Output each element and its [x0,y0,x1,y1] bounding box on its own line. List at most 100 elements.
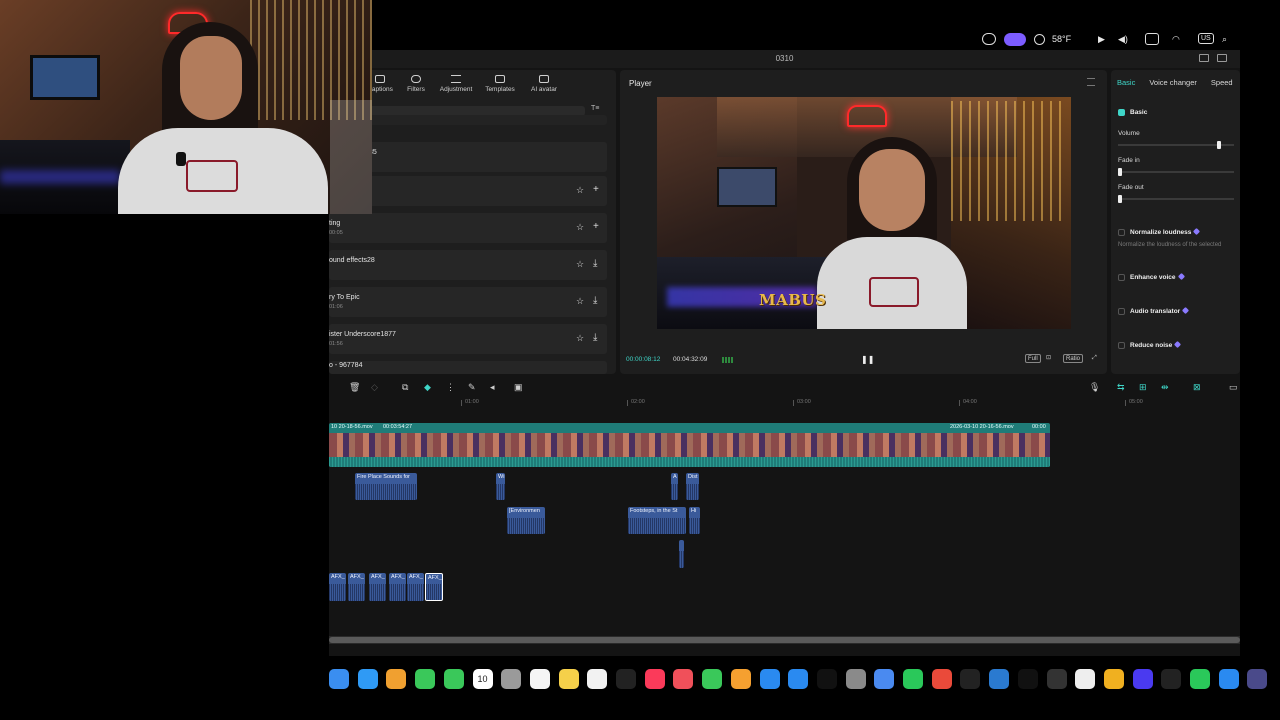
news-icon[interactable] [673,669,694,689]
fit-icon[interactable]: ▭ [1229,382,1238,393]
download-icon[interactable]: ⤓ [593,258,597,269]
tab-adjustment[interactable]: Adjustment [437,72,475,98]
list-item[interactable]: o - 967784 [329,361,607,374]
slider-handle[interactable] [1118,168,1122,176]
fade-out-slider[interactable] [1118,195,1234,203]
game-icon[interactable] [1103,669,1124,689]
enhance-checkbox[interactable] [1118,274,1125,281]
audio-split-icon[interactable]: ◂ [490,382,495,393]
normalize-checkbox[interactable] [1118,229,1125,236]
full-button[interactable]: Full [1025,354,1041,363]
slider-handle[interactable] [1217,141,1221,149]
crop-icon[interactable]: ▣ [514,382,523,393]
pause-button[interactable]: ❚❚ [861,355,874,364]
slider-handle[interactable] [1118,195,1122,203]
play-icon[interactable]: ▶ [1098,31,1105,47]
audio-clip[interactable]: [Environmen [507,507,545,534]
calendar-icon[interactable]: 10 [472,669,493,689]
panel-toggle-icon[interactable] [1217,54,1227,62]
wifi-icon[interactable]: ◠ [1172,31,1180,47]
audio-clip[interactable] [679,540,684,568]
microphone-icon[interactable]: 🎙 [1089,382,1100,393]
volume-slider[interactable] [1118,141,1234,149]
record-pill-icon[interactable] [1004,31,1026,47]
audio-icon[interactable] [1161,669,1182,689]
ratio-button[interactable]: Ratio [1063,354,1084,363]
zoom-icon[interactable]: ⊠ [1193,382,1201,393]
input-source[interactable]: US [1198,33,1214,44]
numbers-icon[interactable] [702,669,723,689]
reduce-noise-checkbox[interactable] [1118,342,1125,349]
replace-icon[interactable]: ⧉ [402,382,408,393]
screen-mirror-icon[interactable] [982,31,996,47]
facetime-icon[interactable] [415,669,436,689]
video-preview[interactable]: MABUS [657,97,1071,329]
favorite-icon[interactable]: ☆ [576,222,584,233]
whatsapp-icon[interactable] [903,669,923,689]
messages-icon[interactable] [443,669,464,689]
chatgpt-icon[interactable] [1075,669,1096,689]
translator-checkbox[interactable] [1118,308,1125,315]
list-item[interactable]: ry To Epic 01:06 ☆ ⤓ [329,287,607,317]
snap-icon[interactable]: ⊞ [1139,382,1147,393]
favorite-icon[interactable]: ☆ [576,259,584,270]
chrome-icon[interactable] [931,669,952,689]
add-icon[interactable]: + [593,221,599,232]
delete-icon[interactable]: 🗑 [349,382,360,393]
audio-clip[interactable]: Wi [496,473,505,500]
download-icon[interactable]: ⤓ [593,332,597,343]
main-video-track[interactable]: 10 20-18-56.mov 00:03:54:27 2026-03-10 2… [329,423,1050,467]
tab-templates[interactable]: Templates [481,72,519,98]
vscode-icon[interactable] [989,669,1010,689]
sfx-clip[interactable]: AFX_ [348,573,365,601]
preview-icon[interactable] [874,669,895,689]
tiktok-icon[interactable] [1017,669,1038,689]
audio-clip[interactable]: A [671,473,678,500]
finder-icon[interactable] [329,669,349,689]
audio-clip[interactable]: Hi [689,507,700,534]
system-settings-icon[interactable] [845,669,866,689]
reminders-icon[interactable] [529,669,550,689]
safari-icon[interactable] [357,669,378,689]
favorite-icon[interactable]: ☆ [576,185,584,196]
sfx-clip[interactable]: AFX_ [407,573,424,601]
menu-icon[interactable] [1087,78,1095,86]
favorite-icon[interactable]: ☆ [576,296,584,307]
freeform-icon[interactable] [587,669,608,689]
app-store-icon[interactable] [788,669,809,689]
sfx-clip[interactable]: AFX_ [329,573,346,601]
sfx-clip[interactable]: AFX_ [389,573,406,601]
favorite-icon[interactable]: ☆ [576,333,584,344]
pages-icon[interactable] [730,669,751,689]
scroll-thumb[interactable] [329,637,1240,643]
tab-basic[interactable]: Basic [1117,78,1135,87]
shield-icon[interactable]: ◇ [371,382,378,393]
phone-icon[interactable] [1190,669,1210,689]
list-item[interactable]: ound effects28 ☆ ⤓ [329,250,607,280]
list-item[interactable]: ister Underscore1877 01:56 ☆ ⤓ [329,324,607,354]
settings-icon[interactable] [1034,31,1045,47]
music-icon[interactable] [644,669,665,689]
audio-clip[interactable]: Footsteps, in the St [628,507,686,534]
volume-icon[interactable]: ◀) [1118,31,1128,47]
tab-ai-avatar[interactable]: AI avatar [525,72,563,98]
edit-icon[interactable]: ✎ [468,382,476,393]
facetime-icon-2[interactable] [1218,669,1239,689]
audio-clip[interactable]: Dist [686,473,699,500]
download-icon[interactable]: ⤓ [593,295,597,306]
fade-in-slider[interactable] [1118,168,1234,176]
tab-voice-changer[interactable]: Voice changer [1149,78,1197,87]
window-icon[interactable] [1145,31,1159,47]
timeline-ruler[interactable]: 01:00 02:00 03:00 04:00 05:00 [329,398,1240,408]
sfx-clip-selected[interactable]: AFX_ [425,573,443,601]
photos-icon[interactable] [386,669,407,689]
timeline-scrollbar[interactable] [329,636,1240,644]
tab-filters[interactable]: Filters [401,72,431,98]
search-icon[interactable]: ⌕ [1222,31,1227,47]
weather-text[interactable]: 58°F [1052,31,1071,47]
crop-icon[interactable]: ⊡ [1044,354,1053,363]
speed-icon[interactable]: ⋮ [446,382,455,393]
preview-axis-icon[interactable]: ⇹ [1161,382,1169,393]
filter-dropdown[interactable]: T≡ [591,105,599,112]
layout-icon[interactable] [1199,54,1209,62]
